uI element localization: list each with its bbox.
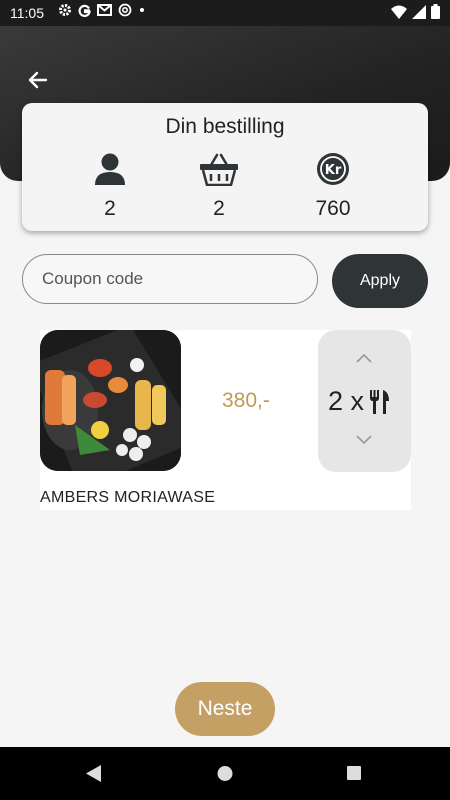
currency-kr-icon: Kr	[317, 153, 349, 185]
total-amount: 760	[315, 197, 351, 220]
status-time: 11:05	[10, 5, 44, 21]
apply-button[interactable]: Apply	[332, 254, 428, 308]
sushi-platter-image	[40, 330, 181, 471]
gmail-icon	[97, 4, 112, 16]
next-button[interactable]: Neste	[175, 682, 275, 736]
order-summary-card: Din bestilling 2 2 Kr 760	[22, 103, 428, 231]
item-price: 380,-	[222, 389, 270, 412]
guests-count: 2	[104, 197, 116, 220]
person-icon	[95, 153, 125, 185]
total-stat: Kr 760	[293, 151, 373, 221]
nav-back-icon[interactable]	[86, 765, 102, 782]
status-bar: 11:05	[0, 0, 450, 26]
items-count: 2	[213, 197, 225, 220]
coupon-input[interactable]	[40, 268, 304, 290]
battery-icon	[431, 4, 440, 19]
basket-icon	[200, 153, 238, 186]
cart-item: 380,- 2 x AMBERS MORIAWASE	[40, 330, 411, 510]
google-icon	[78, 4, 91, 17]
signal-icon	[412, 4, 426, 19]
notification-icons	[58, 3, 146, 17]
back-arrow-icon[interactable]	[26, 68, 50, 92]
cutlery-icon	[370, 389, 390, 414]
dish-image	[40, 330, 181, 471]
svg-text:Kr: Kr	[325, 163, 342, 178]
chevron-up-icon[interactable]	[354, 352, 374, 366]
system-icons	[391, 4, 440, 19]
quantity-display: 2 x	[328, 386, 390, 417]
at-sign-icon	[118, 3, 132, 17]
wifi-icon	[391, 5, 407, 19]
item-name: AMBERS MORIAWASE	[40, 489, 216, 506]
nav-recents-icon[interactable]	[346, 765, 362, 782]
quantity-value: 2 x	[328, 386, 365, 416]
navigation-bar	[0, 747, 450, 800]
items-stat: 2	[179, 151, 259, 221]
quantity-stepper[interactable]: 2 x	[318, 330, 411, 472]
order-title: Din bestilling	[165, 115, 285, 138]
chevron-down-icon[interactable]	[354, 432, 374, 446]
coupon-field[interactable]	[22, 254, 318, 304]
guests-stat: 2	[70, 151, 150, 221]
nav-home-icon[interactable]	[217, 765, 233, 782]
dot-icon	[140, 8, 144, 12]
settings-icon	[59, 4, 71, 16]
